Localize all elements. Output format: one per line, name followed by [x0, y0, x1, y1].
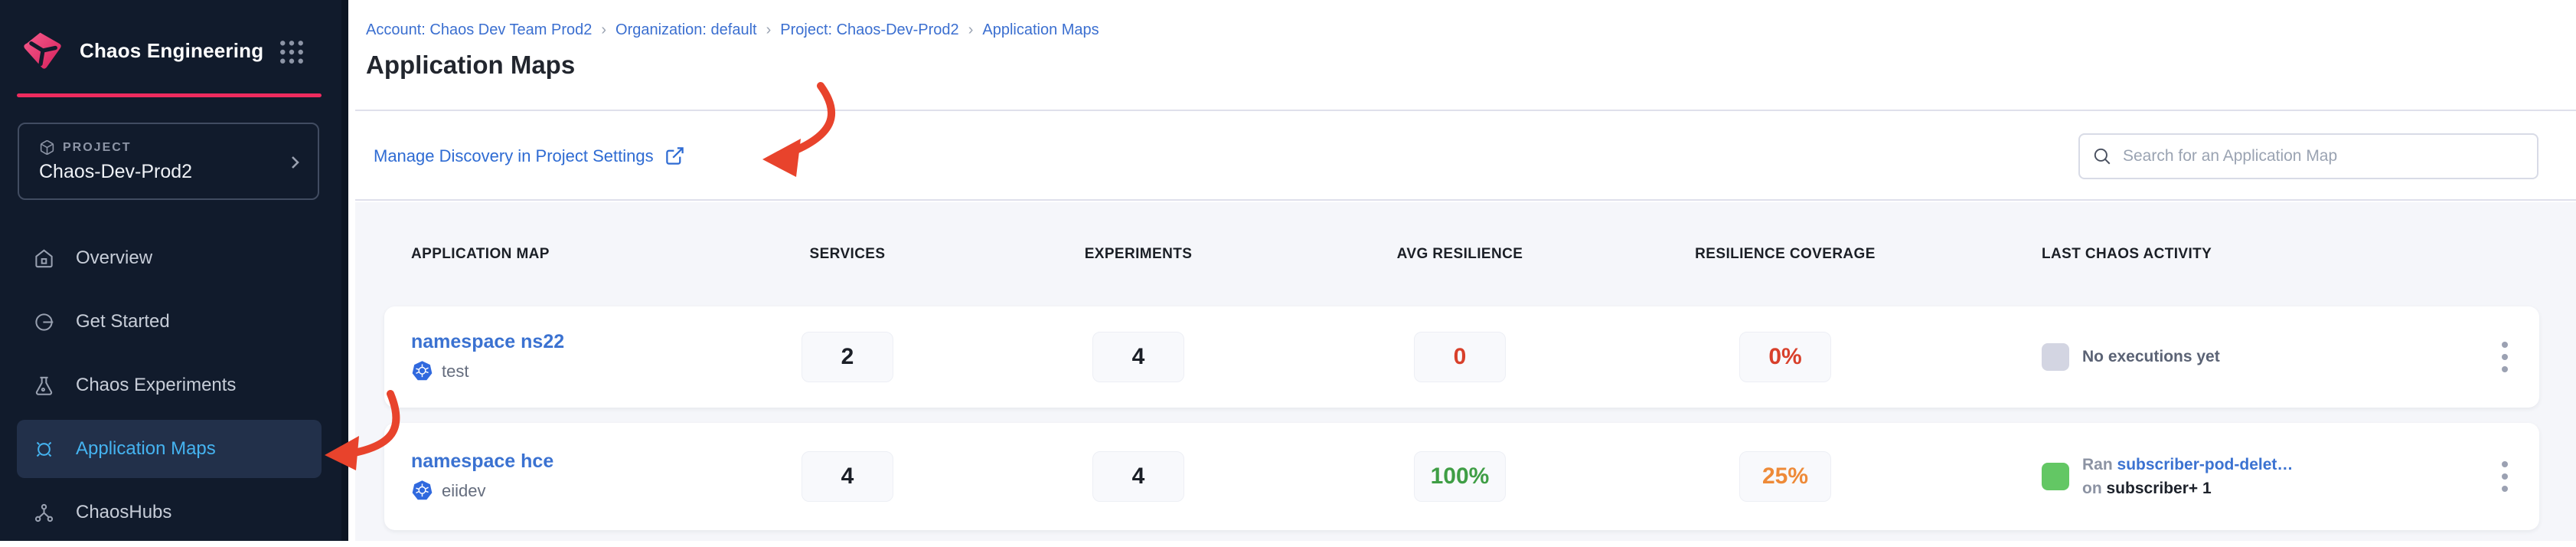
search-icon [2092, 146, 2112, 166]
column-header-last-chaos-activity: LAST CHAOS ACTIVITY [1950, 246, 2470, 263]
application-map-cell: namespace ns22 test [411, 331, 717, 383]
sidebar-nav: Overview Get Started Chaos Experiments A… [0, 229, 348, 547]
application-map-link[interactable]: namespace hce [411, 450, 717, 473]
on-label: on [2082, 480, 2102, 497]
row-actions-menu-icon[interactable] [2496, 336, 2514, 378]
column-header-avg-resilience: AVG RESILIENCE [1299, 246, 1621, 263]
hub-network-icon [34, 503, 54, 523]
cube-icon [39, 139, 55, 156]
sidebar-item-overview[interactable]: Overview [17, 229, 322, 287]
activity-status-badge [2042, 463, 2069, 490]
application-map-cell: namespace hce eiidev [411, 450, 717, 503]
sidebar-accent-rule [17, 93, 322, 97]
sidebar-item-label: Get Started [76, 311, 170, 332]
sidebar-item-application-maps[interactable]: Application Maps [17, 420, 322, 478]
breadcrumb-organization[interactable]: Organization: default [615, 21, 757, 39]
experiments-count: 4 [1092, 332, 1184, 382]
sidebar-item-label: Chaos Experiments [76, 375, 236, 396]
sidebar: Chaos Engineering PROJECT Chaos-Dev-Prod… [0, 0, 348, 541]
page-header: Account: Chaos Dev Team Prod2 › Organiza… [355, 0, 2576, 111]
breadcrumb-current[interactable]: Application Maps [982, 21, 1099, 39]
sidebar-item-label: Application Maps [76, 438, 216, 460]
page-title: Application Maps [366, 51, 575, 80]
breadcrumb: Account: Chaos Dev Team Prod2 › Organiza… [366, 21, 1099, 39]
kubernetes-icon [411, 360, 433, 383]
experiments-count: 4 [1092, 451, 1184, 502]
experiment-run-link[interactable]: subscriber-pod-delet… [2117, 456, 2294, 473]
table-row[interactable]: namespace ns22 test 2 4 0 [384, 306, 2539, 408]
breadcrumb-project[interactable]: Project: Chaos-Dev-Prod2 [780, 21, 958, 39]
namespace-label: test [442, 362, 469, 382]
resilience-coverage-value: 25% [1739, 451, 1831, 502]
activity-status-badge [2042, 343, 2069, 371]
application-maps-table: APPLICATION MAP SERVICES EXPERIMENTS AVG… [355, 202, 2576, 541]
manage-discovery-link[interactable]: Manage Discovery in Project Settings [374, 146, 685, 166]
main-content: Account: Chaos Dev Team Prod2 › Organiza… [355, 0, 2576, 541]
kubernetes-icon [411, 480, 433, 503]
flask-icon [34, 375, 54, 396]
application-map-link[interactable]: namespace ns22 [411, 331, 717, 353]
application-maps-page: { "app": { "title": "Chaos Engineering" … [0, 0, 2576, 541]
table-row[interactable]: namespace hce eiidev 4 4 1 [384, 423, 2539, 530]
sidebar-item-chaos-experiments[interactable]: Chaos Experiments [17, 356, 322, 414]
project-label: PROJECT [63, 141, 132, 155]
external-link-icon [664, 146, 685, 166]
breadcrumb-separator: › [592, 21, 615, 39]
experiment-target: subscriber+ 1 [2107, 480, 2212, 497]
target-icon [34, 439, 54, 460]
column-header-application-map: APPLICATION MAP [411, 246, 717, 263]
sidebar-item-chaoshubs[interactable]: ChaosHubs [17, 483, 322, 542]
app-switcher-grid-icon[interactable] [279, 40, 305, 64]
sidebar-item-get-started[interactable]: Get Started [17, 293, 322, 351]
services-count: 2 [802, 332, 893, 382]
sidebar-item-label: Overview [76, 247, 152, 269]
column-header-experiments: EXPERIMENTS [978, 246, 1299, 263]
breadcrumb-separator: › [959, 21, 983, 39]
project-name: Chaos-Dev-Prod2 [39, 161, 192, 183]
project-selector[interactable]: PROJECT Chaos-Dev-Prod2 [18, 123, 319, 200]
last-chaos-activity-cell: No executions yet [1950, 343, 2470, 371]
namespace-label: eiidev [442, 481, 485, 501]
avg-resilience-value: 0 [1414, 332, 1506, 382]
sidebar-item-label: ChaosHubs [76, 502, 171, 523]
table-header-row: APPLICATION MAP SERVICES EXPERIMENTS AVG… [384, 202, 2539, 306]
app-title: Chaos Engineering [80, 39, 263, 63]
activity-text: No executions yet [2082, 345, 2220, 369]
chevron-right-icon [286, 153, 304, 172]
search-box [2078, 133, 2538, 179]
breadcrumb-separator: › [757, 21, 781, 39]
manage-discovery-label: Manage Discovery in Project Settings [374, 146, 654, 166]
get-started-icon [34, 312, 54, 332]
services-count: 4 [802, 451, 893, 502]
app-logo-row[interactable]: Chaos Engineering [21, 28, 263, 74]
last-chaos-activity-cell: Ran subscriber-pod-delet… on subscriber+… [1950, 453, 2470, 501]
chaos-engineering-logo-icon [21, 28, 64, 74]
toolbar: Manage Discovery in Project Settings [355, 113, 2576, 201]
ran-label: Ran [2082, 456, 2113, 473]
column-header-resilience-coverage: RESILIENCE COVERAGE [1621, 246, 1950, 263]
avg-resilience-value: 100% [1414, 451, 1506, 502]
home-icon [34, 248, 54, 269]
activity-text: Ran subscriber-pod-delet… on subscriber+… [2082, 453, 2293, 501]
row-actions-menu-icon[interactable] [2496, 455, 2514, 498]
resilience-coverage-value: 0% [1739, 332, 1831, 382]
search-input[interactable] [2123, 147, 2525, 165]
column-header-services: SERVICES [717, 246, 978, 263]
breadcrumb-account[interactable]: Account: Chaos Dev Team Prod2 [366, 21, 592, 39]
